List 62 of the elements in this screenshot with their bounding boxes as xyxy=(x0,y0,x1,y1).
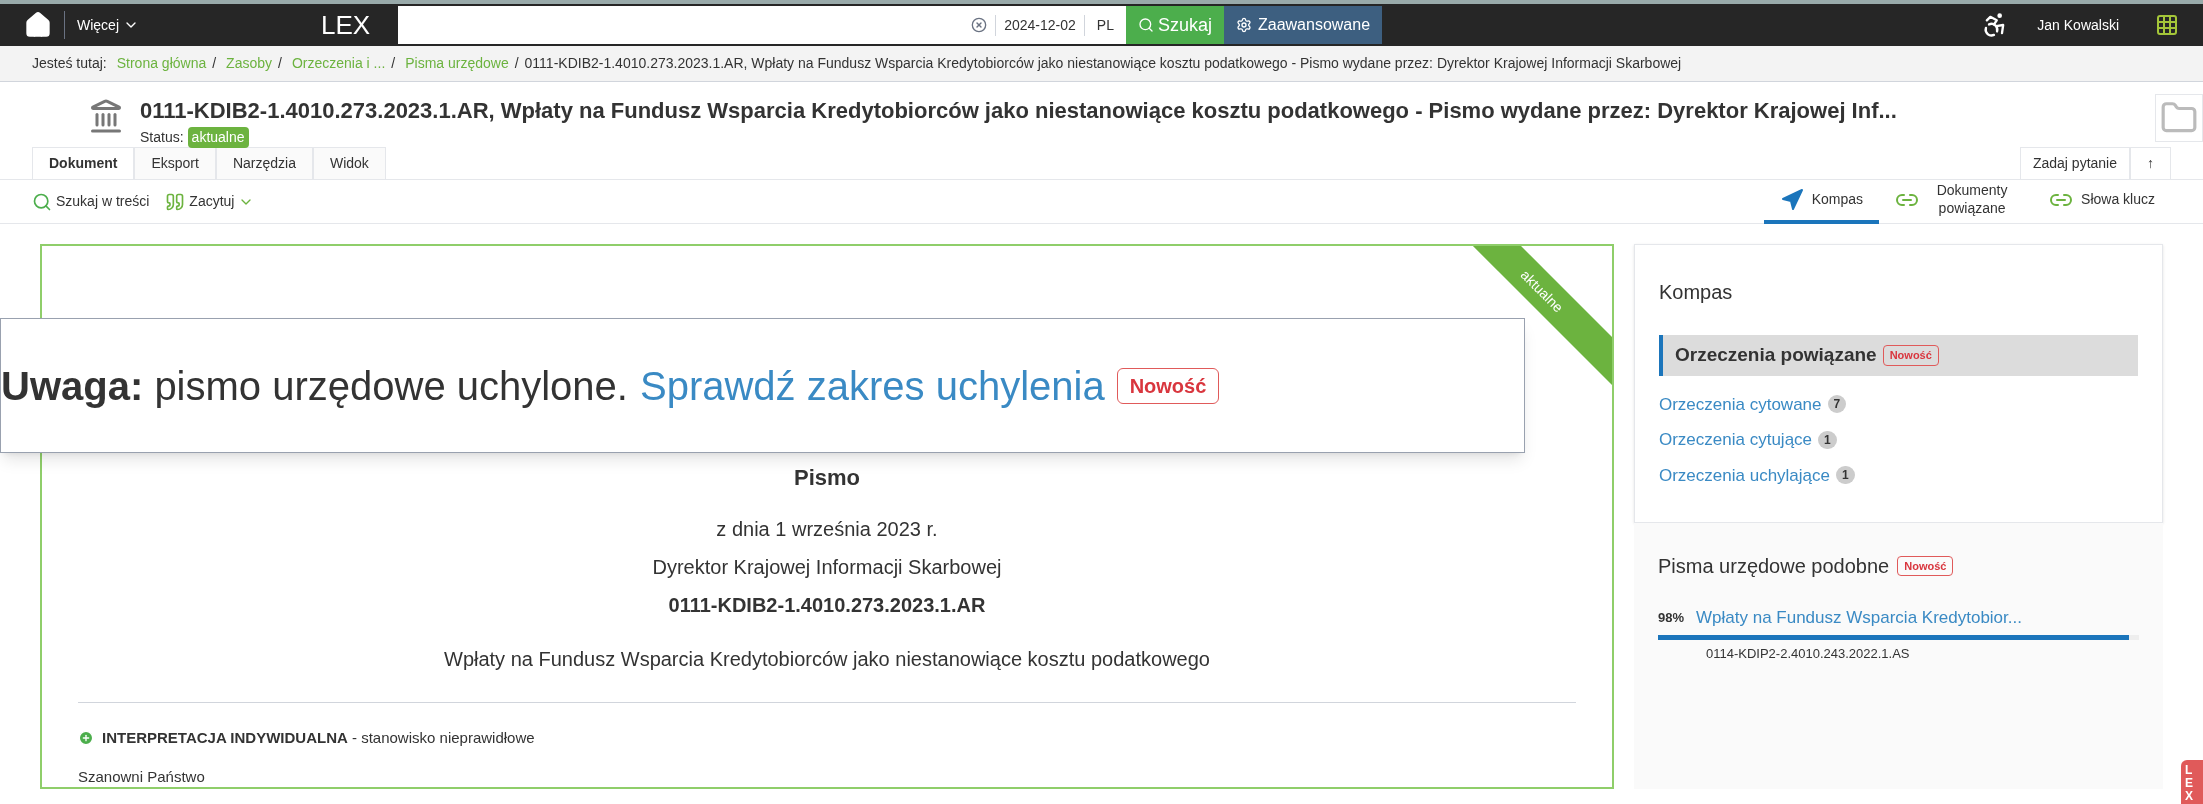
side-tab[interactable]: LEX xyxy=(2181,760,2203,804)
group-title: Orzeczenia powiązane xyxy=(1674,343,1877,367)
scroll-up-button[interactable]: ↑ xyxy=(2130,147,2171,179)
search-in-text-button[interactable]: Szukaj w treści xyxy=(32,191,150,212)
user-name[interactable]: Jan Kowalski xyxy=(2037,14,2119,36)
letter-date: z dnia 1 września 2023 r. xyxy=(716,517,938,542)
compass-arrow-icon xyxy=(1779,187,1804,212)
apps-grid-icon[interactable] xyxy=(2155,13,2179,37)
new-badge: Nowość xyxy=(1897,555,1954,577)
side-panel-tab[interactable]: Słowa klucz xyxy=(2033,179,2171,224)
new-badge: Nowość xyxy=(1116,367,1220,404)
building-icon xyxy=(88,98,124,134)
breadcrumb-label: Jesteś tutaj: xyxy=(32,54,107,73)
new-badge: Nowość xyxy=(1882,345,1939,366)
notice-link[interactable]: Sprawdź zakres uchylenia xyxy=(639,355,1105,416)
similar-signature: 0114-KDIP2-2.4010.243.2022.1.AS xyxy=(1705,644,1911,663)
cite-button[interactable]: Zacytuj xyxy=(165,191,255,212)
side-panel-tab[interactable]: Dokumenty powiązane xyxy=(1879,179,2034,224)
breadcrumb-separator: / xyxy=(278,54,282,73)
breadcrumb-current: 0111-KDIB2-1.4010.273.2023.1.AR, Wpłaty na Fundusz Wsparcia Kredytobiorców jako niestanowiące kosztu podatkowego - Pismo wydane przez: Dyrektor Krajowej Informacji Skarbowej xyxy=(524,54,1682,73)
search-field[interactable] xyxy=(398,6,964,44)
letter-signature: 0111-KDIB2-1.4010.273.2023.1.AR xyxy=(668,593,986,618)
gear-icon xyxy=(1235,17,1252,33)
expand-icon[interactable] xyxy=(78,730,94,747)
home-icon[interactable] xyxy=(24,11,52,39)
related-link[interactable]: Orzeczenia uchylające xyxy=(1658,462,1830,488)
breadcrumb-separator: / xyxy=(212,54,217,73)
section-heading: INTERPRETACJA INDYWIDUALNA - stanowisko nieprawidłowe xyxy=(102,728,535,748)
breadcrumb-separator: / xyxy=(391,54,396,73)
ribbon-tab[interactable]: Eksport xyxy=(134,147,216,179)
clear-icon[interactable] xyxy=(971,17,988,33)
language-field[interactable]: PL xyxy=(1083,14,1126,36)
letter-heading: Pismo xyxy=(793,464,860,492)
date-field[interactable]: 2024-12-02 xyxy=(995,14,1084,36)
notice-text: Uwaga: pismo urzędowe uchylone. xyxy=(1,362,628,410)
search-icon xyxy=(32,191,52,212)
breadcrumb-separator: / xyxy=(514,54,519,73)
letter-subject: Wpłaty na Fundusz Wsparcia Kredytobiorców jako niestanowiące kosztu podatkowego xyxy=(444,647,1210,672)
count-badge: 7 xyxy=(1827,395,1847,414)
advanced-search-button[interactable]: Zaawansowane xyxy=(1223,6,1383,44)
ask-question-button[interactable]: Zadaj pytanie xyxy=(2019,147,2130,179)
count-badge: 1 xyxy=(1836,466,1855,485)
status-badge: aktualne xyxy=(187,127,249,148)
ribbon-tab[interactable]: Widok xyxy=(312,147,386,179)
ribbon-tab[interactable]: Dokument xyxy=(32,147,135,179)
quote-icon xyxy=(165,191,186,212)
status-label: Status: xyxy=(140,128,184,147)
panel-title: Pisma urzędowe podobne xyxy=(1657,554,1890,579)
count-badge: 1 xyxy=(1818,430,1837,449)
letter-issuer: Dyrektor Krajowej Informacji Skarbowej xyxy=(652,555,1002,580)
letter-greeting: Szanowni Państwo xyxy=(78,766,206,787)
related-link[interactable]: Orzeczenia cytowane xyxy=(1658,391,1822,417)
related-link[interactable]: Orzeczenia cytujące xyxy=(1658,427,1813,453)
search-icon xyxy=(1137,17,1154,33)
logo[interactable]: LEX xyxy=(321,5,371,45)
document-title: 0111-KDIB2-1.4010.273.2023.1.AR, Wpłaty na Fundusz Wsparcia Kredytobiorców jako niestanowiące kosztu podatkowego - Pismo wydane przez: Dyrektor Krajowej Inf... xyxy=(140,97,1897,125)
more-menu[interactable]: Więcej xyxy=(77,14,139,36)
side-panel-tab[interactable]: Kompas xyxy=(1763,179,1880,224)
panel-title: Kompas xyxy=(1658,280,1734,305)
similarity-percent: 98% xyxy=(1657,609,1684,627)
similar-document-link[interactable]: Wpłaty na Fundusz Wsparcia Kredytobior... xyxy=(1696,605,2022,631)
ribbon-tab[interactable]: Narzędzia xyxy=(215,147,313,179)
